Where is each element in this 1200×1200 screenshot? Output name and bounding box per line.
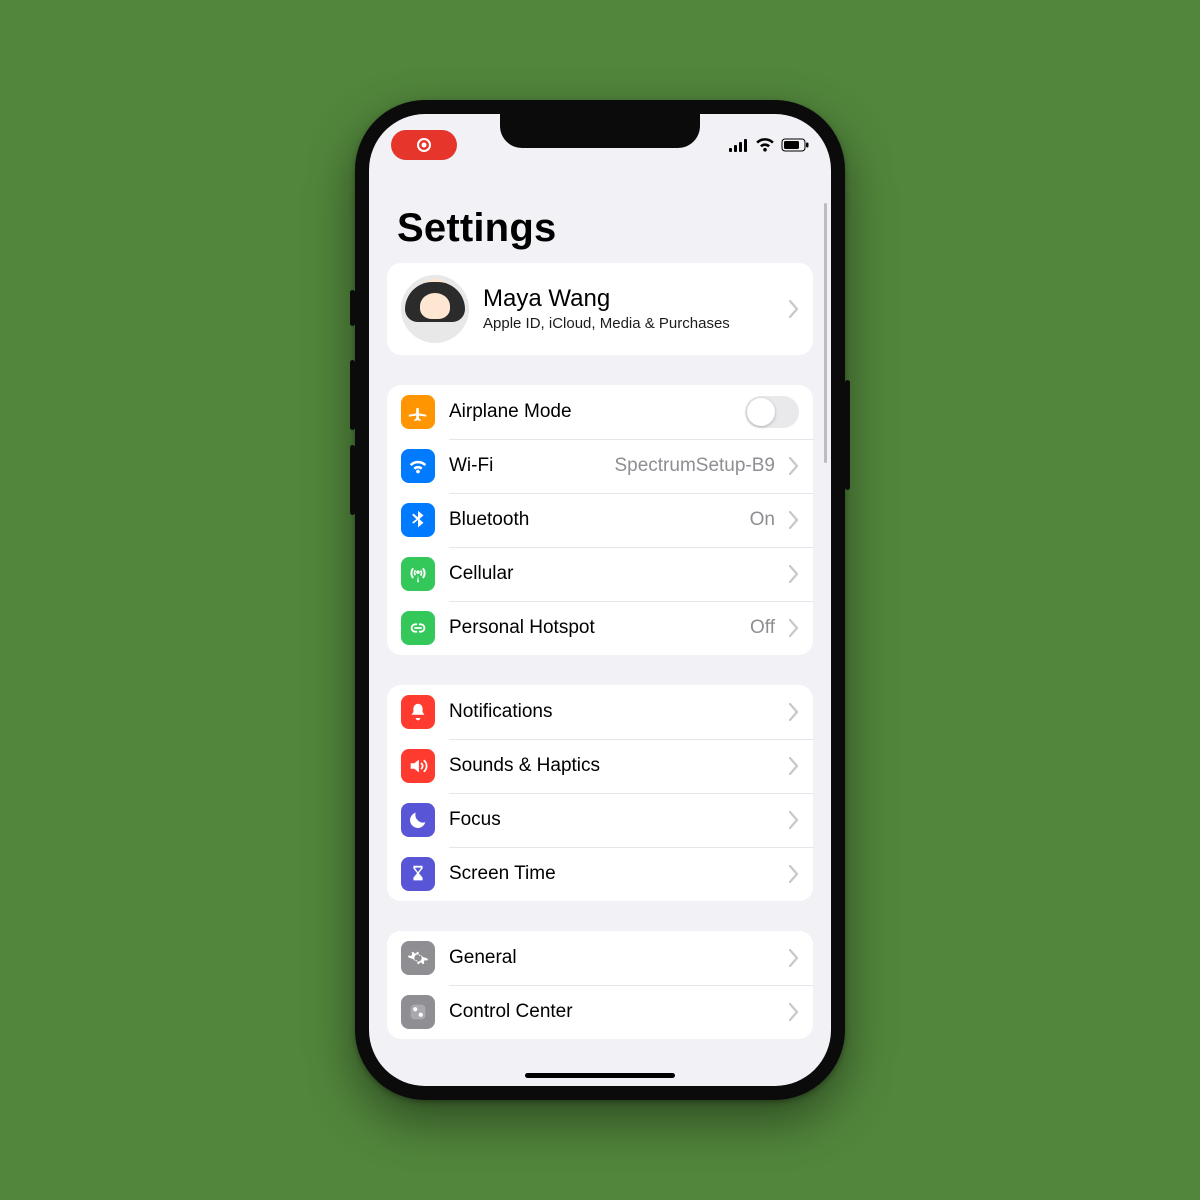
cellular-icon [729, 139, 749, 152]
airplane-toggle[interactable] [745, 396, 799, 428]
profile-subtitle: Apple ID, iCloud, Media & Purchases [483, 315, 775, 333]
screen-recording-pill[interactable] [391, 130, 457, 160]
screen: Settings Maya Wang Apple ID, iCloud, Med… [369, 114, 831, 1086]
chevron-right-icon [789, 300, 799, 318]
row-bluetooth[interactable]: Bluetooth On [387, 493, 813, 547]
wifi-status-icon [755, 138, 775, 152]
row-label: Notifications [449, 701, 775, 723]
row-notifications[interactable]: Notifications [387, 685, 813, 739]
row-label: General [449, 947, 775, 969]
notch [500, 114, 700, 148]
gear-icon [401, 941, 435, 975]
row-label: Bluetooth [449, 509, 736, 531]
chevron-right-icon [789, 619, 799, 637]
row-value: SpectrumSetup-B9 [614, 455, 775, 477]
chevron-right-icon [789, 1003, 799, 1021]
row-airplane-mode[interactable]: Airplane Mode [387, 385, 813, 439]
page-title: Settings [369, 168, 831, 263]
side-button-volume-up [350, 360, 355, 430]
chevron-right-icon [789, 757, 799, 775]
profile-group: Maya Wang Apple ID, iCloud, Media & Purc… [387, 263, 813, 355]
row-value: Off [750, 617, 775, 639]
row-value: On [750, 509, 775, 531]
antenna-icon [401, 557, 435, 591]
side-button-silent [350, 290, 355, 326]
general-group: General Control Center [387, 931, 813, 1039]
connectivity-group: Airplane Mode Wi-Fi SpectrumSetup-B9 Blu [387, 385, 813, 655]
row-cellular[interactable]: Cellular [387, 547, 813, 601]
row-label: Airplane Mode [449, 401, 731, 423]
row-sounds-haptics[interactable]: Sounds & Haptics [387, 739, 813, 793]
bluetooth-icon [401, 503, 435, 537]
home-indicator[interactable] [525, 1073, 675, 1078]
row-general[interactable]: General [387, 931, 813, 985]
moon-icon [401, 803, 435, 837]
chevron-right-icon [789, 811, 799, 829]
sliders-icon [401, 995, 435, 1029]
link-icon [401, 611, 435, 645]
side-button-power [845, 380, 850, 490]
chevron-right-icon [789, 703, 799, 721]
row-personal-hotspot[interactable]: Personal Hotspot Off [387, 601, 813, 655]
row-wifi[interactable]: Wi-Fi SpectrumSetup-B9 [387, 439, 813, 493]
row-focus[interactable]: Focus [387, 793, 813, 847]
row-screen-time[interactable]: Screen Time [387, 847, 813, 901]
row-label: Wi-Fi [449, 455, 600, 477]
chevron-right-icon [789, 865, 799, 883]
chevron-right-icon [789, 457, 799, 475]
row-label: Sounds & Haptics [449, 755, 775, 777]
row-label: Focus [449, 809, 775, 831]
row-label: Cellular [449, 563, 775, 585]
chevron-right-icon [789, 511, 799, 529]
phone-frame: Settings Maya Wang Apple ID, iCloud, Med… [355, 100, 845, 1100]
notifications-group: Notifications Sounds & Haptics Focus [387, 685, 813, 901]
bell-icon [401, 695, 435, 729]
hourglass-icon [401, 857, 435, 891]
status-left [391, 130, 457, 160]
chevron-right-icon [789, 565, 799, 583]
chevron-right-icon [789, 949, 799, 967]
row-label: Screen Time [449, 863, 775, 885]
wifi-icon [401, 449, 435, 483]
profile-name: Maya Wang [483, 285, 775, 313]
row-label: Control Center [449, 1001, 775, 1023]
row-control-center[interactable]: Control Center [387, 985, 813, 1039]
battery-icon [781, 138, 809, 152]
settings-content[interactable]: Maya Wang Apple ID, iCloud, Media & Purc… [369, 263, 831, 1086]
record-icon [416, 137, 432, 153]
scroll-indicator[interactable] [824, 203, 827, 463]
profile-text: Maya Wang Apple ID, iCloud, Media & Purc… [483, 285, 775, 333]
airplane-icon [401, 395, 435, 429]
status-right [729, 138, 809, 152]
avatar [401, 275, 469, 343]
speaker-icon [401, 749, 435, 783]
row-label: Personal Hotspot [449, 617, 736, 639]
side-button-volume-down [350, 445, 355, 515]
profile-row[interactable]: Maya Wang Apple ID, iCloud, Media & Purc… [387, 263, 813, 355]
